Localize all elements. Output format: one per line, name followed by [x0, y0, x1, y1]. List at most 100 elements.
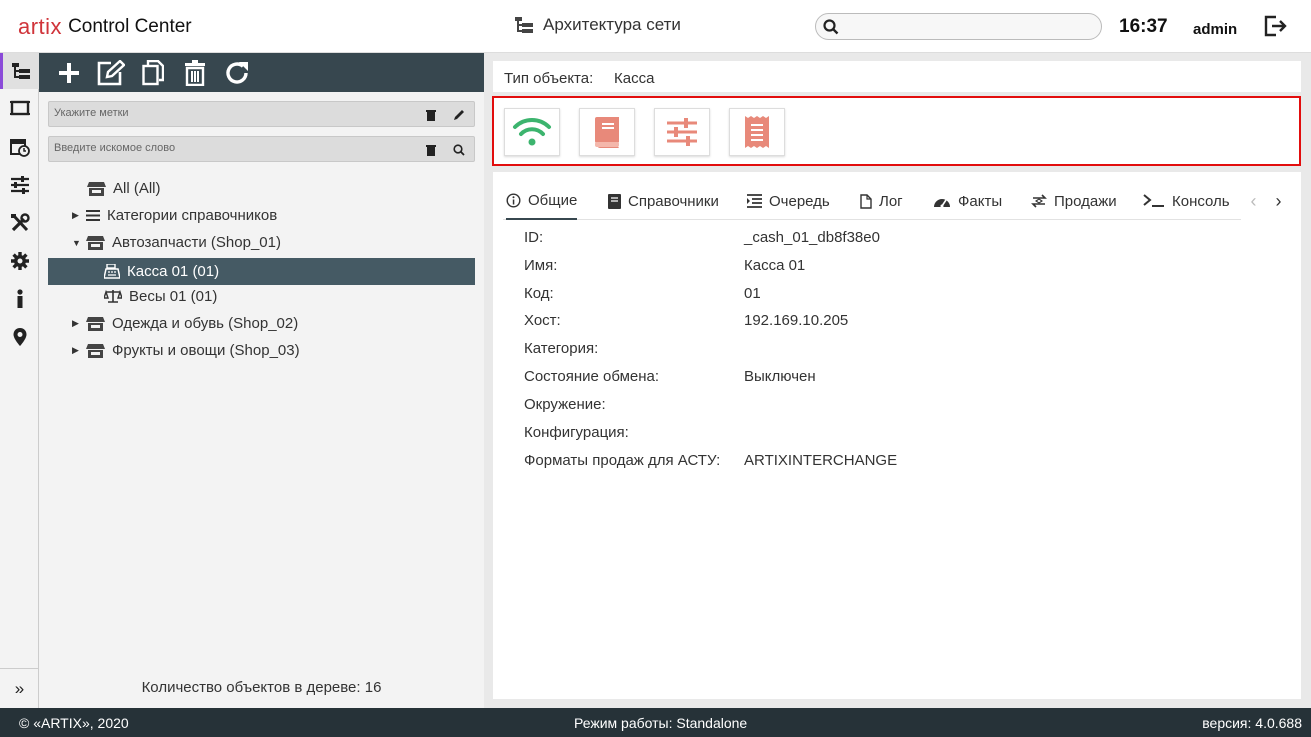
detail-key: Код:	[524, 285, 554, 302]
global-search[interactable]	[815, 13, 1102, 40]
tab-label: Консоль	[1172, 192, 1230, 210]
detail-key: Окружение:	[524, 396, 606, 413]
tree-node-label: Фрукты и овощи (Shop_03)	[112, 342, 300, 359]
tree-node[interactable]: ▶ Категории справочников	[72, 202, 277, 229]
search-button[interactable]	[451, 142, 467, 158]
add-icon	[59, 62, 79, 83]
tree-node-label: Категории справочников	[107, 207, 278, 224]
detail-value: 01	[744, 285, 761, 302]
version: версия: 4.0.688	[1202, 715, 1302, 731]
detail-value: ARTIXINTERCHANGE	[744, 452, 898, 469]
list-icon	[86, 209, 100, 222]
expand-caret-icon[interactable]: ▶	[72, 210, 82, 221]
expand-rail-button[interactable]: »	[0, 668, 39, 708]
receipt-icon	[745, 116, 769, 148]
receipts-button[interactable]	[729, 108, 785, 156]
detail-key: Категория:	[524, 340, 599, 357]
object-type-label: Тип объекта:	[504, 70, 594, 87]
tree-node[interactable]: ▶ Фрукты и овощи (Shop_03)	[72, 337, 300, 364]
tab-label: Факты	[958, 192, 1003, 210]
rail-location[interactable]	[0, 319, 39, 355]
chevron-left-icon[interactable]: ‹	[1251, 191, 1257, 212]
tree-node[interactable]: Весы 01 (01)	[104, 283, 217, 310]
tree-toolbar	[39, 53, 484, 92]
copy-button[interactable]	[137, 57, 169, 89]
tree-node-label: Автозапчасти (Shop_01)	[112, 234, 281, 251]
tab-queue[interactable]: Очередь	[747, 182, 830, 220]
detail-value: _cash_01_db8f38e0	[744, 229, 880, 246]
tab-label: Справочники	[628, 192, 719, 210]
expand-caret-icon[interactable]: ▶	[72, 318, 82, 329]
tree-node[interactable]: ▼ Автозапчасти (Shop_01)	[72, 229, 281, 256]
edit-button[interactable]	[95, 57, 127, 89]
clock: 16:37	[1119, 16, 1168, 37]
rail-gear[interactable]	[0, 243, 39, 279]
terminal-icon	[1143, 194, 1164, 207]
detail-key: Форматы продаж для АСТУ:	[524, 452, 721, 469]
expand-caret-icon[interactable]: ▶	[72, 345, 82, 356]
queue-icon	[747, 194, 762, 208]
tab-general[interactable]: Общие	[506, 182, 578, 220]
cash-register-icon	[104, 264, 120, 279]
tab-sales[interactable]: Продажи	[1031, 182, 1117, 220]
trash-icon	[426, 110, 436, 121]
connection-status-button[interactable]	[504, 108, 560, 156]
details-tabs: Общие Справочники Очередь Лог Факты Прод…	[503, 182, 1291, 220]
clear-search-button[interactable]	[423, 142, 439, 158]
detail-key: Хост:	[524, 312, 561, 329]
status-footer: © «ARTIX», 2020 Режим работы: Standalone…	[0, 708, 1311, 737]
wifi-icon	[513, 117, 551, 146]
rail-network-tree[interactable]	[0, 53, 39, 89]
tab-label: Очередь	[769, 192, 830, 210]
logout-button[interactable]	[1263, 14, 1287, 43]
store-icon	[86, 316, 105, 332]
dictionaries-button[interactable]	[579, 108, 635, 156]
search-icon	[453, 144, 465, 156]
detail-value: Выключен	[744, 368, 816, 385]
detail-key: ID:	[524, 229, 544, 246]
configuration-button[interactable]	[654, 108, 710, 156]
sliders-icon	[667, 118, 697, 146]
edit-tags-button[interactable]	[451, 107, 467, 123]
rail-tools[interactable]	[0, 205, 39, 241]
user-name[interactable]: admin	[1193, 21, 1237, 38]
tools-icon	[10, 213, 30, 232]
scales-icon	[104, 289, 122, 304]
info-icon	[506, 192, 521, 208]
tags-filter	[48, 101, 475, 127]
tab-console[interactable]: Консоль	[1143, 182, 1230, 220]
search-icon	[823, 19, 839, 35]
tree-node[interactable]: ▶ Одежда и обувь (Shop_02)	[72, 310, 298, 337]
detail-value: Касса 01	[744, 257, 806, 274]
book-icon	[608, 193, 621, 209]
tree-node[interactable]: All (All)	[87, 175, 161, 202]
collapse-caret-icon[interactable]: ▼	[72, 238, 82, 248]
add-button[interactable]	[53, 57, 85, 89]
delete-button[interactable]	[179, 57, 211, 89]
app-logo[interactable]: artix Control Center	[18, 13, 192, 41]
rail-monitor[interactable]	[0, 91, 39, 127]
refresh-icon	[226, 61, 248, 84]
book-icon	[595, 117, 619, 148]
rail-info[interactable]	[0, 281, 39, 317]
tab-dictionaries[interactable]: Справочники	[608, 182, 719, 220]
info-icon	[16, 289, 23, 308]
tab-log[interactable]: Лог	[860, 182, 903, 220]
rail-schedule[interactable]	[0, 129, 39, 165]
clear-tags-button[interactable]	[423, 107, 439, 123]
search-word-input[interactable]	[54, 142, 394, 154]
app-name: Control Center	[68, 16, 192, 37]
location-pin-icon	[13, 328, 26, 346]
tab-label: Лог	[879, 192, 903, 210]
tab-label: Общие	[528, 191, 578, 209]
tree-node-selected[interactable]: Касса 01 (01)	[48, 258, 475, 285]
chevron-right-icon[interactable]: ›	[1276, 191, 1282, 212]
page-title-text: Архитектура сети	[543, 15, 681, 34]
store-icon	[86, 343, 105, 359]
refresh-button[interactable]	[221, 57, 253, 89]
tags-input[interactable]	[54, 107, 394, 119]
network-tree-icon	[12, 63, 30, 79]
rail-settings-sliders[interactable]	[0, 167, 39, 203]
object-type-card: Тип объекта: Касса	[493, 61, 1301, 92]
tab-facts[interactable]: Факты	[933, 182, 1002, 220]
